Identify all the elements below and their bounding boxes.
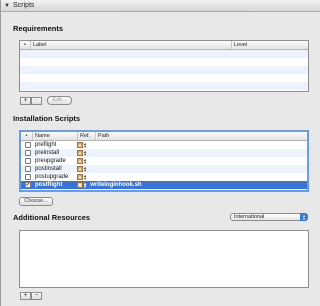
script-row-preupgrade[interactable]: preupgrade A ▴ ▾ xyxy=(21,157,307,165)
triangle-down-icon[interactable]: ▼ xyxy=(1,3,13,9)
additional-resources-title: Additional Resources xyxy=(13,213,91,222)
ref-stepper-icon[interactable]: ▴ ▾ xyxy=(84,173,86,181)
requirements-table[interactable]: • Label Level xyxy=(19,40,309,92)
path-column-header[interactable]: Path xyxy=(96,132,307,140)
ref-absolute-icon[interactable]: A xyxy=(77,174,83,180)
level-column-header[interactable]: Level xyxy=(232,41,308,49)
script-row-preinstall[interactable]: preinstall A ▴ ▾ xyxy=(21,149,307,157)
ref-absolute-icon[interactable]: A xyxy=(77,158,83,164)
remove-resource-button[interactable]: − xyxy=(31,292,42,300)
script-row-postupgrade[interactable]: postupgrade A ▴ ▾ xyxy=(21,173,307,181)
ref-stepper-icon[interactable]: ▴ ▾ xyxy=(84,141,86,149)
installation-scripts-table[interactable]: • Name Ref. Path preflight A ▴ ▾ preinsta… xyxy=(19,130,309,192)
script-row-postinstall[interactable]: postinstall A ▴ ▾ xyxy=(21,165,307,173)
add-requirement-button[interactable]: + xyxy=(20,97,31,105)
script-row-preflight[interactable]: preflight A ▴ ▾ xyxy=(21,141,307,149)
ref-absolute-icon[interactable]: A xyxy=(77,142,83,148)
table-row xyxy=(20,82,308,90)
table-row xyxy=(20,74,308,82)
script-path: writeloginhook.sh xyxy=(90,182,142,188)
script-name: preflight xyxy=(35,142,57,148)
add-resource-button[interactable]: + xyxy=(20,292,31,300)
ref-column-header[interactable]: Ref. xyxy=(78,132,96,140)
script-name: postflight xyxy=(35,182,63,188)
name-column-header[interactable]: Name xyxy=(33,132,78,140)
script-name: postupgrade xyxy=(35,174,69,180)
script-name: preinstall xyxy=(35,150,60,156)
checkbox-column-header: • xyxy=(21,132,33,140)
ref-absolute-icon[interactable]: A xyxy=(77,150,83,156)
requirements-title: Requirements xyxy=(13,24,64,33)
installation-scripts-title: Installation Scripts xyxy=(13,114,81,123)
scripts-pane: ▼ Scripts Requirements • Label Level + −… xyxy=(0,0,320,306)
table-row xyxy=(20,58,308,66)
ref-stepper-icon[interactable]: ▴ ▾ xyxy=(84,157,86,165)
requirements-header-row: • Label Level xyxy=(20,41,308,50)
ref-absolute-icon[interactable]: A xyxy=(77,166,83,172)
script-row-postflight[interactable]: ✓ postflight R ▴ ▾ writeloginhook.sh xyxy=(21,181,307,189)
edit-requirement-button[interactable]: Edit... xyxy=(47,96,72,105)
ref-stepper-icon[interactable]: ▴ ▾ xyxy=(84,165,86,173)
label-column-header[interactable]: Label xyxy=(31,41,232,49)
ref-stepper-icon[interactable]: ▴ ▾ xyxy=(84,149,86,157)
scripts-header[interactable]: ▼ Scripts xyxy=(1,0,320,12)
header-title: Scripts xyxy=(13,2,35,9)
region-popup-value: International xyxy=(234,214,265,220)
bullet-column-header: • xyxy=(20,41,31,49)
script-name: preupgrade xyxy=(35,158,66,164)
table-row xyxy=(20,50,308,58)
script-name: postinstall xyxy=(35,166,62,172)
resources-list[interactable] xyxy=(19,230,309,288)
installation-header-row: • Name Ref. Path xyxy=(21,132,307,141)
region-popup[interactable]: International ▴ ▾ xyxy=(230,213,308,221)
table-row xyxy=(20,66,308,74)
remove-requirement-button[interactable]: − xyxy=(31,97,42,105)
ref-relative-icon[interactable]: R xyxy=(77,182,83,188)
popup-arrows-icon: ▴ ▾ xyxy=(300,213,308,221)
choose-button[interactable]: Choose... xyxy=(19,197,53,206)
